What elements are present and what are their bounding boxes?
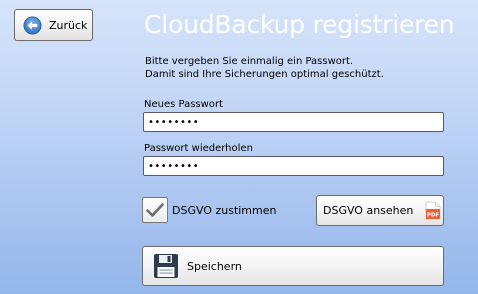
repeat-password-field[interactable]: •••••••• xyxy=(143,156,444,176)
back-arrow-icon xyxy=(23,15,42,35)
dsgvo-consent-checkbox[interactable] xyxy=(142,197,168,223)
new-password-field[interactable]: •••••••• xyxy=(143,112,444,132)
description-line-2: Damit sind Ihre Sicherungen optimal gesc… xyxy=(145,69,384,80)
pdf-icon: PDF xyxy=(425,201,441,220)
back-button[interactable]: Zurück xyxy=(14,9,93,41)
svg-text:PDF: PDF xyxy=(427,213,440,219)
dsgvo-consent-label[interactable]: DSGVO zustimmen xyxy=(172,204,276,217)
description-line-1: Bitte vergeben Sie einmalig ein Passwort… xyxy=(145,56,354,67)
save-button-label: Speichern xyxy=(187,259,242,273)
save-button[interactable]: Speichern xyxy=(142,246,444,286)
description: Bitte vergeben Sie einmalig ein Passwort… xyxy=(145,55,384,81)
view-dsgvo-button[interactable]: DSGVO ansehen PDF xyxy=(316,195,444,226)
back-button-label: Zurück xyxy=(49,18,88,32)
repeat-password-label: Passwort wiederholen xyxy=(144,143,253,154)
checkmark-icon xyxy=(145,201,165,219)
view-dsgvo-label: DSGVO ansehen xyxy=(323,204,414,217)
new-password-label: Neues Passwort xyxy=(144,99,223,110)
floppy-disk-icon xyxy=(153,253,179,279)
page-title: CloudBackup registrieren xyxy=(144,10,455,39)
